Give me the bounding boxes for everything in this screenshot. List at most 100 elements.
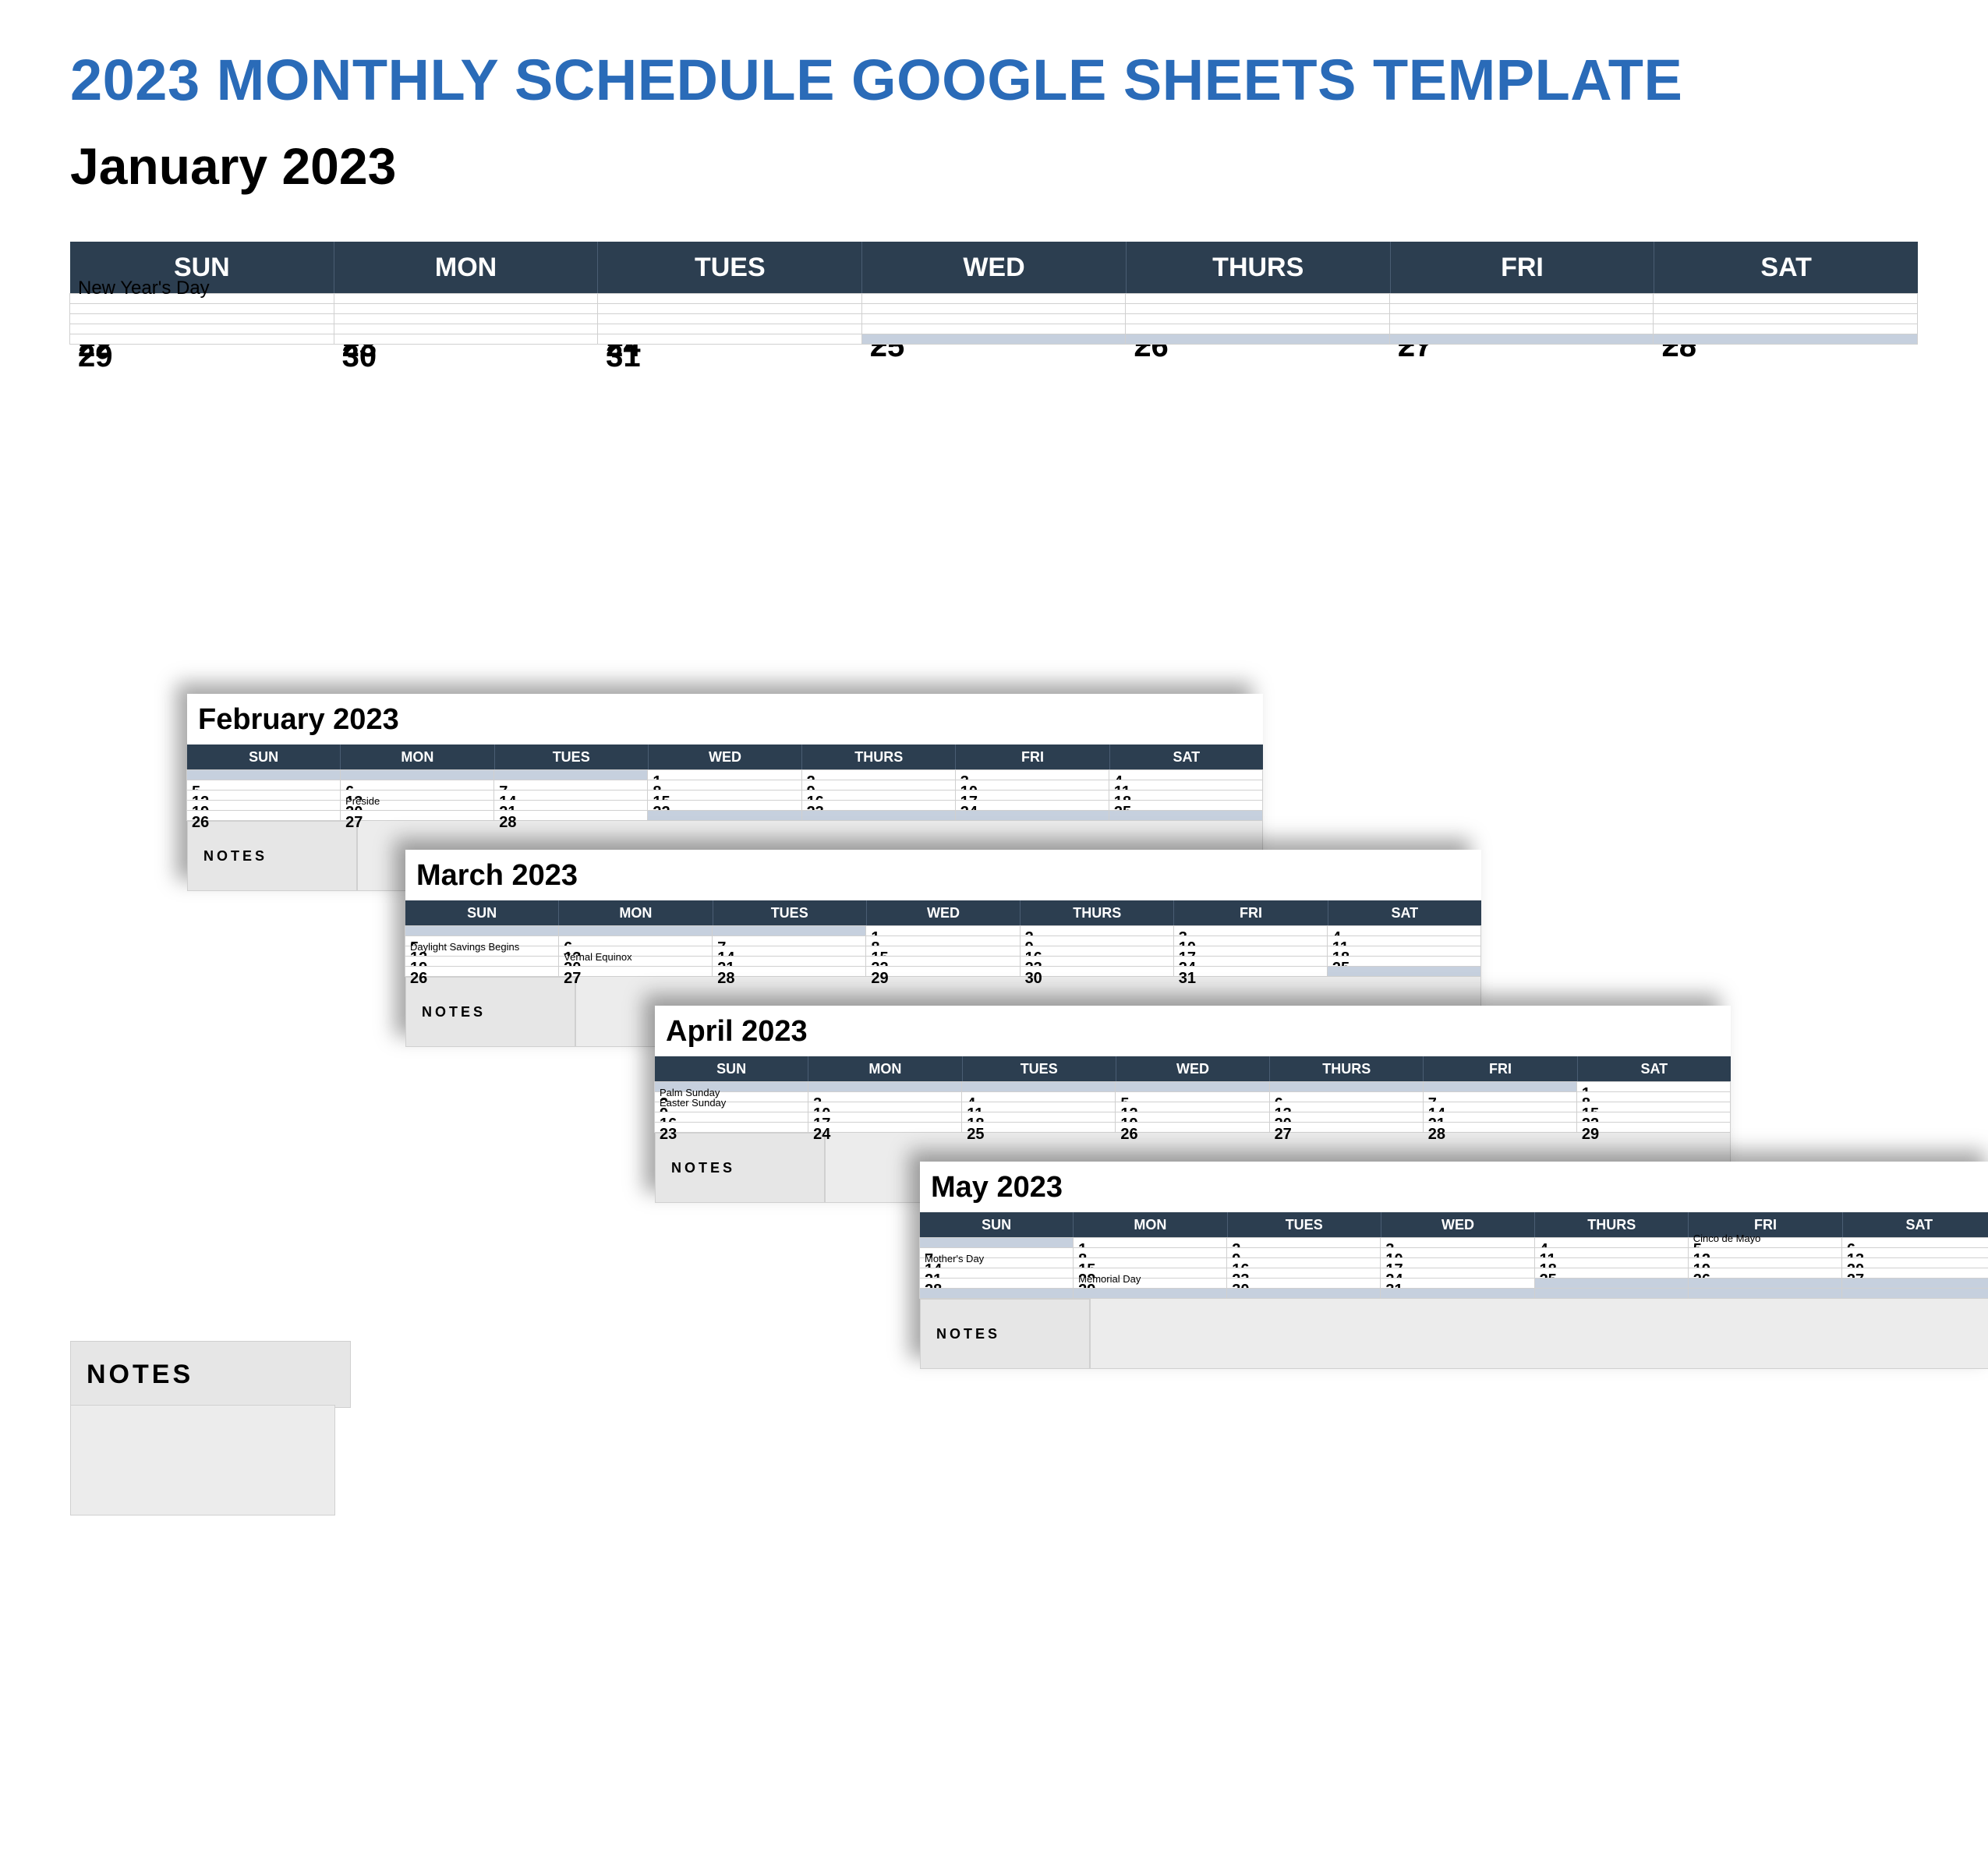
calendar-cell[interactable]: 10 [955,780,1109,790]
calendar-cell[interactable]: 18 [1109,790,1263,801]
calendar-cell[interactable]: 14 [1423,1102,1577,1112]
calendar-cell[interactable] [1109,810,1263,821]
calendar-cell[interactable]: 10 [1173,936,1328,946]
calendar-cell[interactable]: 29Memorial Day [1073,1278,1227,1289]
calendar-cell[interactable]: 18 [961,1112,1116,1123]
calendar-cell[interactable]: 6 [558,936,713,946]
calendar-cell[interactable]: 31 [1380,1278,1534,1289]
calendar-cell[interactable]: 1 [865,925,1020,936]
calendar-cell[interactable] [955,810,1109,821]
calendar-cell[interactable]: 11 [1109,780,1263,790]
calendar-cell[interactable]: 5Cinco de Mayo [1688,1237,1842,1248]
calendar-cell[interactable]: 4 [961,1091,1116,1102]
calendar-cell[interactable]: 12Daylight Savings Begins [405,946,559,957]
calendar-cell[interactable]: 4 [1327,925,1481,936]
calendar-cell[interactable]: 1 [1576,1081,1731,1092]
calendar-cell[interactable]: 25 [1534,1268,1689,1279]
calendar-cell[interactable] [1389,334,1654,345]
calendar-cell[interactable]: 22 [1576,1112,1731,1123]
calendar-cell[interactable]: 21 [712,956,866,967]
calendar-cell[interactable]: 24 [955,800,1109,811]
calendar-cell[interactable]: 9 [1020,936,1174,946]
calendar-cell[interactable] [801,810,956,821]
calendar-cell[interactable]: 17 [597,313,862,324]
calendar-cell[interactable]: 11 [1327,936,1481,946]
calendar-cell[interactable] [861,334,1127,345]
calendar-cell[interactable] [1380,1288,1534,1299]
calendar-cell[interactable]: 2 [1226,1237,1381,1248]
calendar-cell[interactable]: 15 [1576,1102,1731,1112]
calendar-cell[interactable]: 8 [1073,1247,1227,1258]
calendar-cell[interactable]: 15 [647,790,801,801]
calendar-cell[interactable]: 24 [808,1122,962,1133]
calendar-cell[interactable] [1423,1081,1577,1092]
calendar-cell[interactable]: 6 [340,780,494,790]
calendar-cell[interactable]: 26 [405,966,559,977]
calendar-cell[interactable]: 16 [801,790,956,801]
calendar-cell[interactable]: 27 [1841,1268,1988,1279]
calendar-cell[interactable]: 8 [69,303,334,314]
calendar-cell[interactable]: 7 [1423,1091,1577,1102]
calendar-cell[interactable] [1073,1288,1227,1299]
calendar-cell[interactable]: 17 [1380,1257,1534,1268]
calendar-cell[interactable]: 19 [405,956,559,967]
calendar-cell[interactable]: 25 [1327,956,1481,967]
calendar-cell[interactable]: 7 [1653,293,1918,304]
calendar-cell[interactable]: 15 [865,946,1020,957]
calendar-cell[interactable]: 24 [1380,1268,1534,1279]
calendar-cell[interactable]: 30 [1226,1278,1381,1289]
calendar-cell[interactable]: 14 [712,946,866,957]
calendar-cell[interactable]: 26 [1688,1268,1842,1279]
calendar-cell[interactable]: 20 [1389,313,1654,324]
calendar-cell[interactable]: 24 [1173,956,1328,967]
calendar-cell[interactable]: 1 [1073,1237,1227,1248]
calendar-cell[interactable]: 3 [808,1091,962,1102]
calendar-cell[interactable]: 12 [186,790,341,801]
calendar-cell[interactable]: 29 [69,334,334,345]
calendar-cell[interactable]: 16 [1226,1257,1381,1268]
calendar-cell[interactable]: 25 [861,324,1127,334]
calendar-cell[interactable]: 23 [654,1122,808,1133]
calendar-cell[interactable]: 28 [493,810,648,821]
calendar-cell[interactable]: 22 [865,956,1020,967]
calendar-cell[interactable]: 28 [1653,324,1918,334]
calendar-cell[interactable] [919,1237,1074,1248]
calendar-cell[interactable]: 18 [1534,1257,1689,1268]
calendar-cell[interactable]: 11 [861,303,1127,314]
calendar-cell[interactable]: 23 [801,800,956,811]
calendar-cell[interactable]: 17 [1173,946,1328,957]
calendar-cell[interactable]: 19 [186,800,341,811]
calendar-cell[interactable]: 2 [334,293,599,304]
calendar-cell[interactable]: 10 [1380,1247,1534,1258]
calendar-cell[interactable]: 20 [1841,1257,1988,1268]
calendar-cell[interactable] [712,925,866,936]
calendar-cell[interactable]: 21 [1423,1112,1577,1123]
calendar-cell[interactable]: 4 [1109,769,1263,780]
calendar-cell[interactable]: 1 [647,769,801,780]
calendar-cell[interactable]: 15 [69,313,334,324]
calendar-cell[interactable]: 28 [1423,1122,1577,1133]
calendar-cell[interactable]: 1New Year's Day [69,293,334,304]
calendar-cell[interactable]: 10 [808,1102,962,1112]
calendar-cell[interactable] [1269,1081,1424,1092]
calendar-cell[interactable]: 26 [1125,324,1390,334]
calendar-cell[interactable]: 22 [647,800,801,811]
calendar-cell[interactable]: 7 [712,936,866,946]
calendar-cell[interactable]: 8 [647,780,801,790]
calendar-cell[interactable]: 27 [340,810,494,821]
calendar-cell[interactable] [961,1081,1116,1092]
calendar-cell[interactable]: 6 [1389,293,1654,304]
calendar-cell[interactable]: 4 [861,293,1127,304]
calendar-cell[interactable]: 29 [865,966,1020,977]
calendar-cell[interactable] [1841,1278,1988,1289]
calendar-cell[interactable] [919,1288,1074,1299]
notes-area-january[interactable] [70,1405,335,1516]
calendar-cell[interactable] [1688,1278,1842,1289]
calendar-cell[interactable]: 15 [1073,1257,1227,1268]
calendar-cell[interactable]: 25 [1109,800,1263,811]
calendar-cell[interactable]: 23 [1020,956,1174,967]
calendar-cell[interactable]: 13 [1269,1102,1424,1112]
calendar-cell[interactable]: 27 [1269,1122,1424,1133]
calendar-cell[interactable] [405,925,559,936]
calendar-cell[interactable]: 3 [597,293,862,304]
